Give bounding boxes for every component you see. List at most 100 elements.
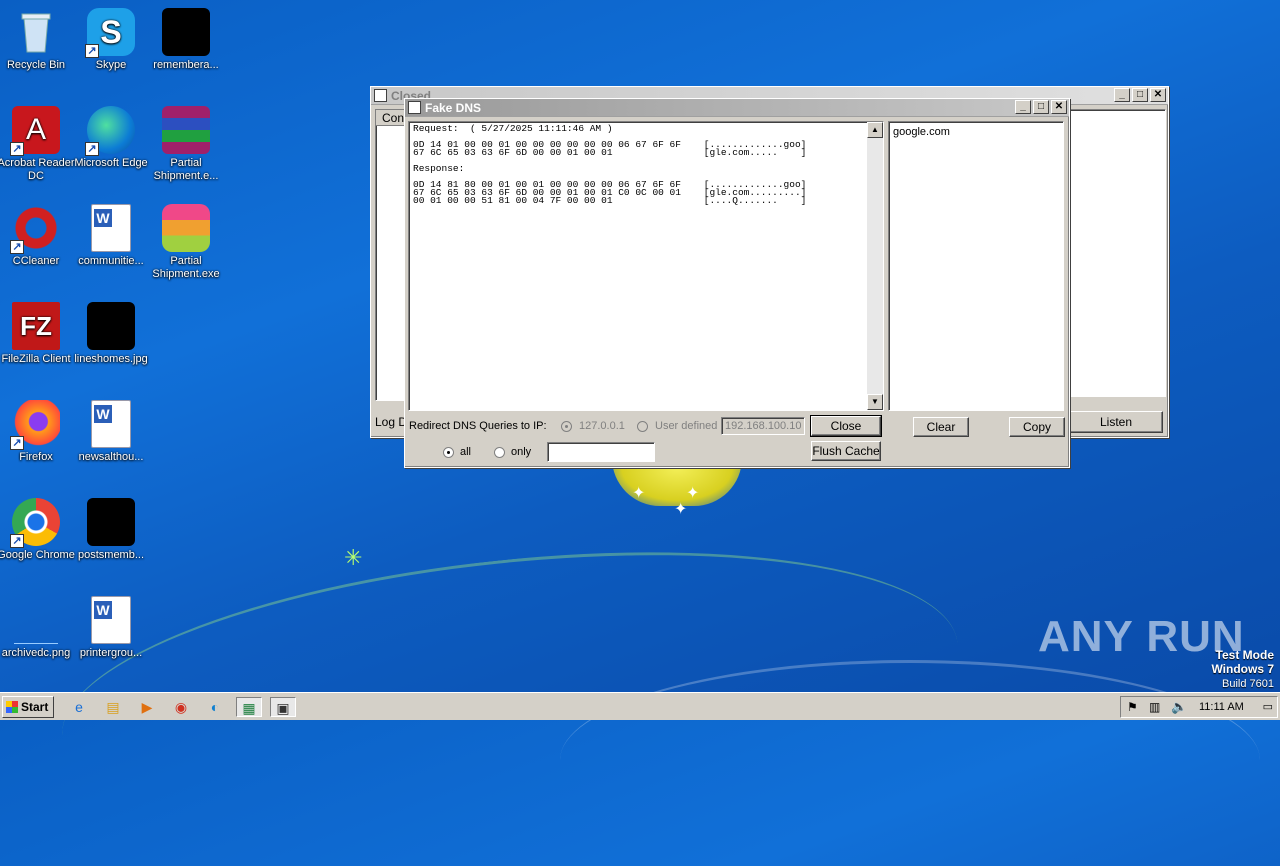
log-line: Request: ( 5/27/2025 11:11:46 AM ) [413,123,613,134]
radio-only-label: only [511,446,532,458]
system-tray: ⚑ ▥ 🔈 11:11 AM ▭ [1120,696,1278,718]
log-line: 67 6C 65 03 63 6F 6D 00 00 01 00 01 [gle… [413,147,807,158]
ie-icon[interactable]: e [68,697,90,717]
close-icon[interactable]: ✕ [1051,100,1067,114]
word-doc-icon: W [91,204,131,252]
desktop-icon-postsmemb[interactable]: postsmemb... [71,498,151,562]
acrobat-icon: A ↗ [10,106,60,156]
desktop-icon-remembera[interactable]: remembera... [146,8,226,72]
test-mode-text: Test Mode [1215,648,1274,662]
radio-all[interactable] [443,447,454,458]
log-line: 00 01 00 00 51 81 00 04 7F 00 00 01 [...… [413,195,807,206]
word-doc-icon: W [91,596,131,644]
listen-button[interactable]: Listen [1069,411,1163,433]
window-icon [374,89,387,102]
maximize-button[interactable]: □ [1033,100,1049,114]
desktop-icon-ccleaner[interactable]: ↗ CCleaner [0,204,76,268]
icon-label: remembera... [153,59,219,71]
edge-icon: ↗ [85,106,135,156]
edge-icon[interactable]: ◐ [204,697,226,717]
minimize-button[interactable]: _ [1015,100,1031,114]
desktop-icon-newsalthou[interactable]: W newsalthou... [71,400,151,464]
wallpaper-sparkle: ✦ [686,485,700,502]
fake-dns-icon[interactable]: ▣ [270,697,296,717]
radio-user-defined[interactable] [637,421,648,432]
icon-label: Acrobat Reader DC [0,157,75,182]
png-thumbnail-icon [14,596,58,644]
chrome-icon[interactable]: ◉ [170,697,192,717]
fakenet-icon[interactable]: ▦ [236,697,262,717]
fake-dns-titlebar[interactable]: Fake DNS _ □ ✕ [405,99,1069,117]
clear-button[interactable]: Clear [913,417,969,437]
firefox-icon: ↗ [10,400,60,450]
winrar-icon [162,106,210,154]
desktop-icon-archivedc[interactable]: archivedc.png [0,596,76,660]
ip-input[interactable]: 192.168.100.10 [721,417,805,435]
filezilla-icon: FZ [12,302,60,350]
scroll-down-button[interactable]: ▼ [867,394,883,410]
desktop-icon-printergrou[interactable]: W printergrou... [71,596,151,660]
ccleaner-icon: ↗ [10,204,60,254]
icon-label: CCleaner [12,255,60,267]
copy-button[interactable]: Copy [1009,417,1065,437]
desktop-icon-skype[interactable]: S ↗ Skype [71,8,151,72]
desktop-icon-communitie[interactable]: W communitie... [71,204,151,268]
icon-label: FileZilla Client [1,353,71,365]
flag-icon[interactable]: ⚑ [1127,700,1138,714]
media-player-icon[interactable]: ▶ [136,697,158,717]
desktop-icon-lineshomes[interactable]: lineshomes.jpg [71,302,151,366]
word-doc-icon: W [91,400,131,448]
desktop-icon-chrome[interactable]: ↗ Google Chrome [0,498,76,562]
close-icon[interactable]: ✕ [1150,88,1166,102]
radio-localhost[interactable] [561,421,572,432]
domain-list[interactable]: google.com [888,121,1064,411]
desktop-icon-partial-shipment-exe[interactable]: Partial Shipment.exe [146,204,226,281]
desktop-icon-partial-shipment-rar[interactable]: Partial Shipment.e... [146,106,226,183]
wallpaper-sparkle: ✦ [674,501,688,518]
icon-label: newsalthou... [78,451,144,463]
log-scrollbar[interactable]: ▲ ▼ [867,122,883,410]
chrome-icon: ↗ [10,498,60,548]
taskbar: Start e ▤ ▶ ◉ ◐ ▦ ▣ ⚑ ▥ 🔈 11:11 AM ▭ [0,692,1280,720]
black-thumbnail-icon [87,302,135,350]
close-button[interactable]: Close [810,415,882,437]
flush-cache-button[interactable]: Flush Cache [811,441,881,461]
desktop-icon-recycle-bin[interactable]: Recycle Bin [0,8,76,72]
dns-log-pane[interactable]: Request: ( 5/27/2025 11:11:46 AM ) 0D 14… [408,121,884,411]
icon-label: printergrou... [79,647,143,659]
desktop-icon-acrobat[interactable]: A ↗ Acrobat Reader DC [0,106,76,183]
skype-icon: S ↗ [85,8,135,58]
icon-label: lineshomes.jpg [74,353,148,365]
icon-label: Partial Shipment.e... [153,157,219,182]
icon-label: archivedc.png [1,647,71,659]
redirect-label: Redirect DNS Queries to IP: [409,420,547,432]
scroll-up-button[interactable]: ▲ [867,122,883,138]
explorer-icon[interactable]: ▤ [102,697,124,717]
icon-label: postsmemb... [77,549,145,561]
fake-dns-window[interactable]: Fake DNS _ □ ✕ Request: ( 5/27/2025 11:1… [404,98,1070,468]
clock[interactable]: 11:11 AM [1199,701,1244,713]
network-icon[interactable]: ▥ [1149,700,1160,714]
radio-only[interactable] [494,447,505,458]
radio-localhost-label: 127.0.0.1 [579,420,625,432]
dns-log-text: Request: ( 5/27/2025 11:11:46 AM ) 0D 14… [413,123,807,206]
wallpaper-swoosh [560,660,1260,860]
desktop-icon-filezilla[interactable]: FZ FileZilla Client [0,302,76,366]
domain-list-item[interactable]: google.com [893,126,950,138]
minimize-button[interactable]: _ [1114,88,1130,102]
icon-label: Skype [95,59,127,71]
black-thumbnail-icon [87,498,135,546]
desktop-icon-edge[interactable]: ↗ Microsoft Edge [71,106,151,170]
maximize-button[interactable]: □ [1132,88,1148,102]
log-label: Log D [375,415,408,429]
volume-icon[interactable]: 🔈 [1171,699,1187,715]
ip-input-value: 192.168.100.10 [725,420,802,432]
only-input[interactable] [547,442,655,462]
icon-label: Google Chrome [0,549,75,561]
start-button[interactable]: Start [2,696,54,718]
show-desktop-icon[interactable]: ▭ [1263,700,1273,713]
black-thumbnail-icon [162,8,210,56]
desktop-icon-firefox[interactable]: ↗ Firefox [0,400,76,464]
icon-label: Microsoft Edge [74,157,148,169]
